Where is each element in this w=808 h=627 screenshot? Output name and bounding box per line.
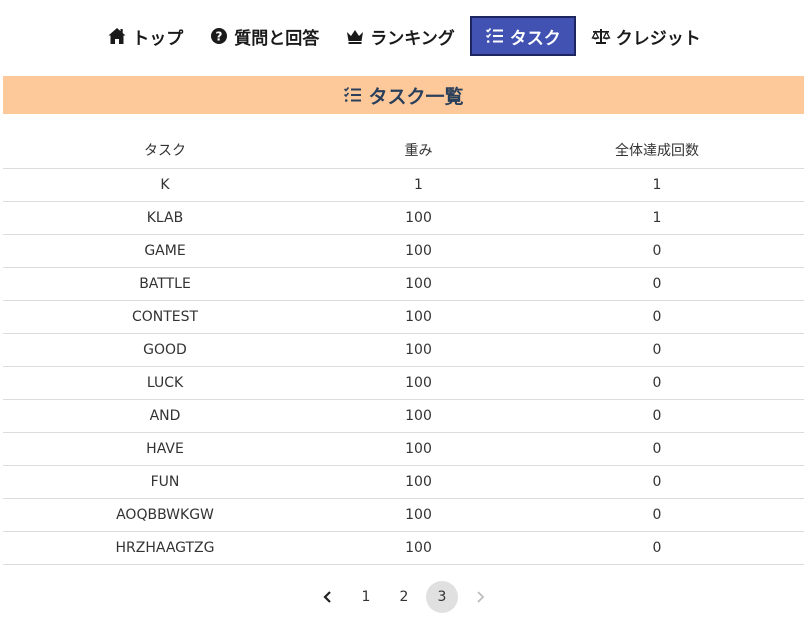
table-row: HRZHAAGTZG 100 0 xyxy=(3,531,804,565)
completion-count-cell: 0 xyxy=(510,267,804,301)
table-row: KLAB 100 1 xyxy=(3,201,804,235)
nav-item-ranking[interactable]: ランキング xyxy=(332,16,468,56)
column-header-task[interactable]: タスク xyxy=(3,132,327,169)
task-name-cell: AOQBBWKGW xyxy=(3,498,327,532)
table-row: GOOD 100 0 xyxy=(3,333,804,367)
weight-cell: 100 xyxy=(327,399,510,433)
page-button-2[interactable]: 2 xyxy=(388,581,420,613)
nav-item-faq[interactable]: ? 質問と回答 xyxy=(196,16,332,56)
table-row: FUN 100 0 xyxy=(3,465,804,499)
task-name-cell: GOOD xyxy=(3,333,327,367)
weight-cell: 100 xyxy=(327,333,510,367)
chevron-right-icon xyxy=(473,590,487,604)
task-table-body: K 1 1 KLAB 100 1 GAME 100 0 BATTLE 100 0 CONTEST 100 0… xyxy=(3,168,804,565)
crown-icon xyxy=(345,26,365,46)
completion-count-cell: 0 xyxy=(510,465,804,499)
completion-count-cell: 0 xyxy=(510,498,804,532)
svg-text:?: ? xyxy=(216,30,223,44)
section-header: タスク一覧 xyxy=(3,76,804,114)
pagination: 1 2 3 xyxy=(0,580,808,614)
weight-cell: 100 xyxy=(327,531,510,565)
page-title: タスク一覧 xyxy=(368,85,464,108)
checklist-icon xyxy=(343,85,363,105)
nav-item-label: トップ xyxy=(132,28,184,49)
prev-page-button[interactable] xyxy=(312,581,344,613)
weight-cell: 100 xyxy=(327,201,510,235)
column-header-weight[interactable]: 重み xyxy=(327,132,510,169)
completion-count-cell: 0 xyxy=(510,399,804,433)
nav-item-label: クレジット xyxy=(615,28,701,49)
table-row: CONTEST 100 0 xyxy=(3,300,804,334)
weight-cell: 100 xyxy=(327,498,510,532)
table-row: AND 100 0 xyxy=(3,399,804,433)
table-row: AOQBBWKGW 100 0 xyxy=(3,498,804,532)
page-button-3-current[interactable]: 3 xyxy=(426,581,458,613)
task-name-cell: GAME xyxy=(3,234,327,268)
task-name-cell: LUCK xyxy=(3,366,327,400)
completion-count-cell: 1 xyxy=(510,168,804,202)
balance-scale-icon xyxy=(591,26,611,46)
task-name-cell: K xyxy=(3,168,327,202)
weight-cell: 100 xyxy=(327,234,510,268)
completion-count-cell: 0 xyxy=(510,234,804,268)
table-row: HAVE 100 0 xyxy=(3,432,804,466)
completion-count-cell: 1 xyxy=(510,201,804,235)
column-header-completions[interactable]: 全体達成回数 xyxy=(510,132,804,169)
table-row: BATTLE 100 0 xyxy=(3,267,804,301)
table-row: GAME 100 0 xyxy=(3,234,804,268)
question-circle-icon: ? xyxy=(209,26,229,46)
nav-item-credits[interactable]: クレジット xyxy=(578,16,714,56)
weight-cell: 100 xyxy=(327,465,510,499)
table-row: K11 xyxy=(3,168,804,202)
nav-item-top[interactable]: トップ xyxy=(94,16,196,56)
nav-item-label: タスク xyxy=(509,28,561,49)
table-row: LUCK 100 0 xyxy=(3,366,804,400)
top-nav: トップ ? 質問と回答 ランキング タスク クレジット xyxy=(0,16,808,56)
weight-cell: 1 xyxy=(327,168,510,202)
weight-cell: 100 xyxy=(327,300,510,334)
completion-count-cell: 0 xyxy=(510,432,804,466)
table-header-row: タスク 重み 全体達成回数 xyxy=(3,132,804,169)
task-name-cell: AND xyxy=(3,399,327,433)
home-icon xyxy=(107,26,127,46)
completion-count-cell: 0 xyxy=(510,333,804,367)
task-name-cell: CONTEST xyxy=(3,300,327,334)
nav-item-label: 質問と回答 xyxy=(234,28,320,49)
nav-item-tasks[interactable]: タスク xyxy=(469,16,576,56)
page-button-1[interactable]: 1 xyxy=(350,581,382,613)
task-name-cell: HRZHAAGTZG xyxy=(3,531,327,565)
completion-count-cell: 0 xyxy=(510,366,804,400)
nav-item-label: ランキング xyxy=(370,28,455,49)
weight-cell: 100 xyxy=(327,366,510,400)
checklist-icon xyxy=(485,26,505,46)
task-name-cell: BATTLE xyxy=(3,267,327,301)
weight-cell: 100 xyxy=(327,432,510,466)
weight-cell: 100 xyxy=(327,267,510,301)
completion-count-cell: 0 xyxy=(510,300,804,334)
task-name-cell: FUN xyxy=(3,465,327,499)
next-page-button[interactable] xyxy=(464,581,496,613)
task-name-cell: HAVE xyxy=(3,432,327,466)
completion-count-cell: 0 xyxy=(510,531,804,565)
chevron-left-icon xyxy=(321,590,335,604)
task-table: タスク 重み 全体達成回数 K 1 1 KLAB 100 1 GAME 100 0 BATTLE 1… xyxy=(3,132,804,565)
task-name-cell: KLAB xyxy=(3,201,327,235)
